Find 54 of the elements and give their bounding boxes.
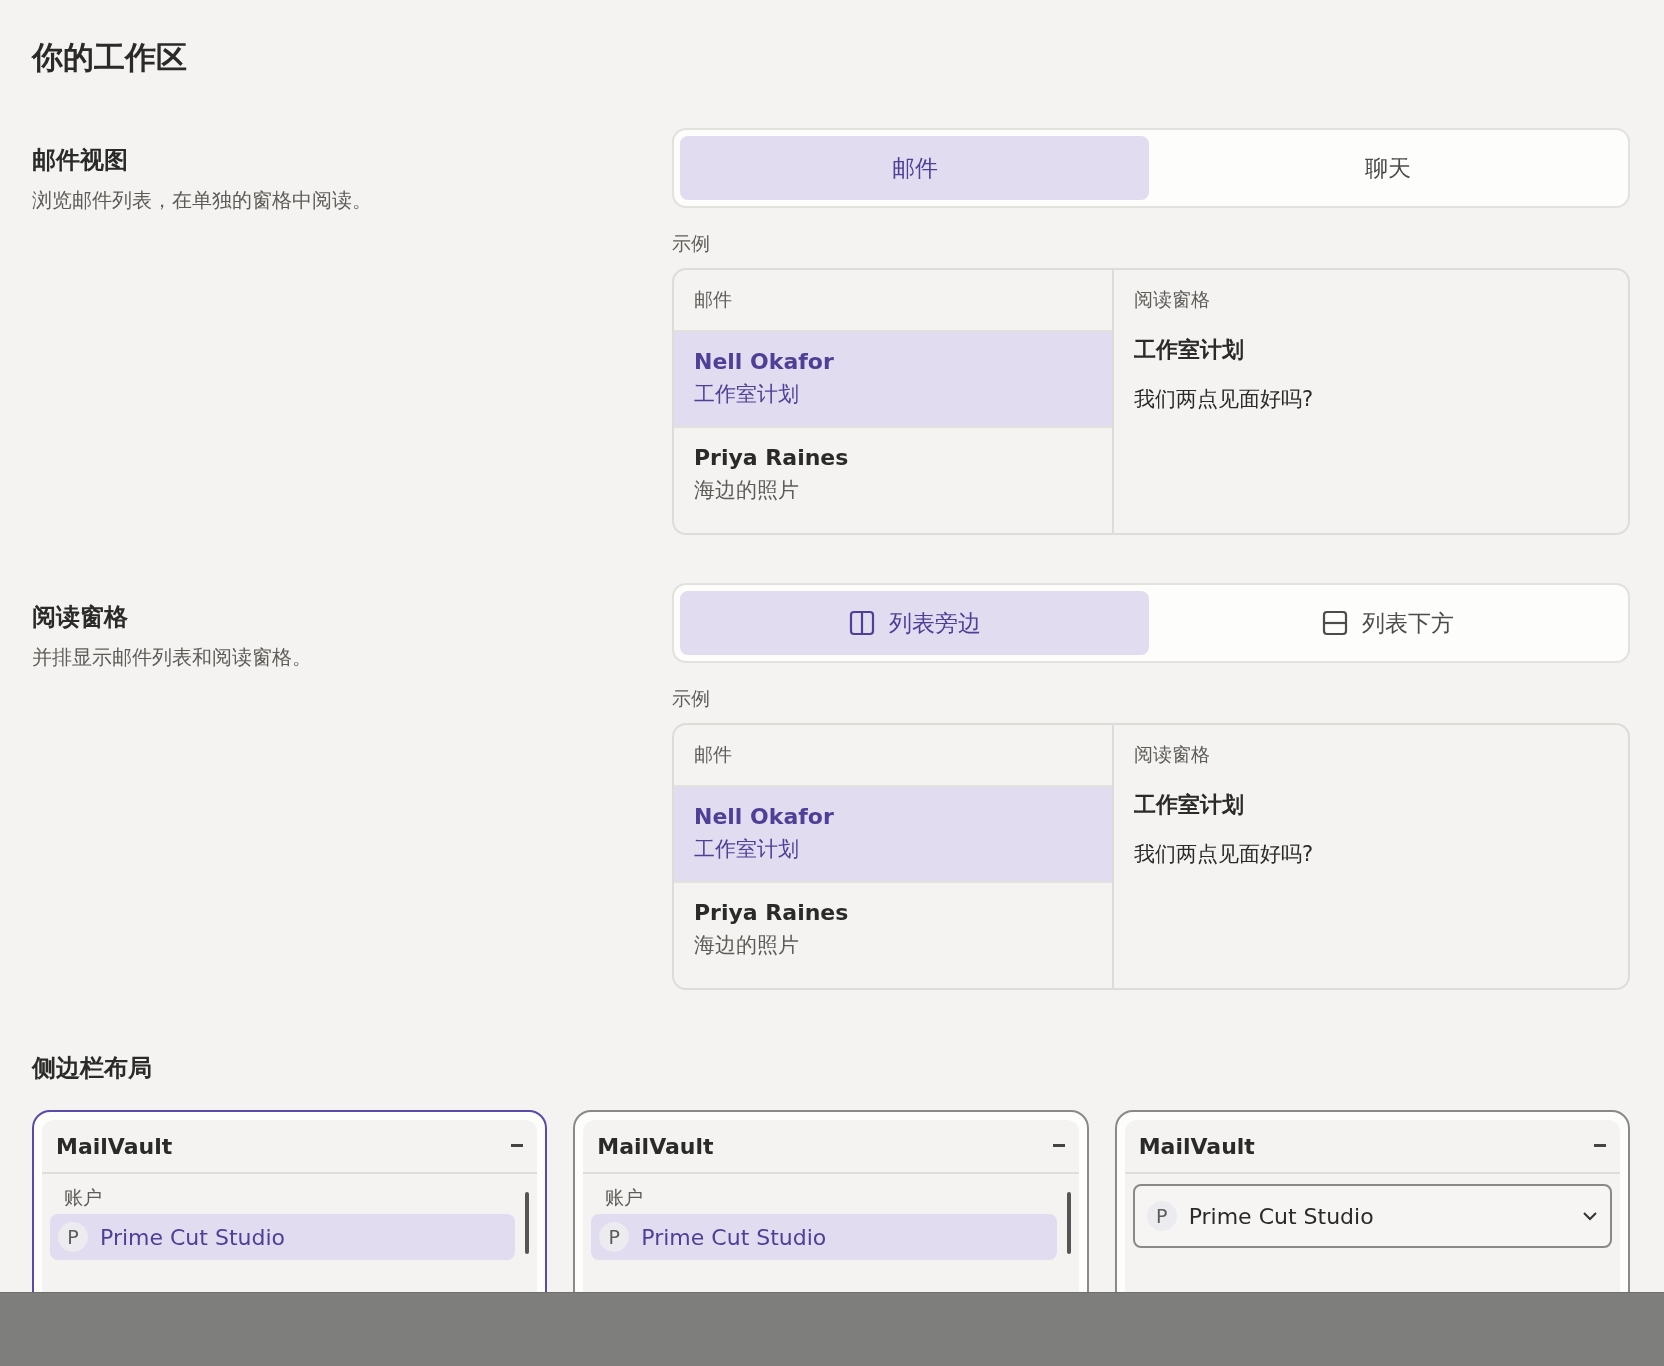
message-row[interactable]: Nell Okafor 工作室计划 bbox=[674, 330, 1112, 426]
message-row[interactable]: Priya Raines 海边的照片 bbox=[674, 881, 1112, 977]
message-sender: Priya Raines bbox=[694, 899, 850, 927]
section-title: 邮件视图 bbox=[32, 145, 129, 176]
section-description: 并排显示邮件列表和阅读窗格。 bbox=[32, 644, 313, 671]
pane-header: 阅读窗格 bbox=[1133, 287, 1211, 312]
list-header: 邮件 bbox=[693, 287, 733, 312]
page-title: 你的工作区 bbox=[32, 38, 188, 77]
message-sender: Nell Okafor bbox=[694, 803, 835, 831]
pane-body: 我们两点见面好吗? bbox=[1133, 841, 1315, 868]
scrollbar-thumb[interactable] bbox=[1066, 1192, 1071, 1254]
scrollbar-thumb[interactable] bbox=[525, 1192, 530, 1254]
pane-body: 我们两点见面好吗? bbox=[1133, 386, 1315, 413]
account-avatar: P bbox=[599, 1222, 630, 1252]
minus-icon[interactable] bbox=[1052, 1144, 1065, 1148]
message-subject: 工作室计划 bbox=[694, 381, 800, 408]
account-item[interactable]: P Prime Cut Studio bbox=[50, 1214, 516, 1260]
rows-icon bbox=[1321, 610, 1348, 636]
message-subject: 海边的照片 bbox=[694, 932, 800, 959]
accounts-label: 账户 bbox=[63, 1185, 103, 1210]
example-label: 示例 bbox=[672, 686, 711, 711]
message-subject: 海边的照片 bbox=[694, 477, 800, 504]
section-description: 浏览邮件列表，在单独的窗格中阅读。 bbox=[32, 187, 373, 214]
list-header: 邮件 bbox=[693, 742, 733, 767]
segment-option[interactable]: 聊天 bbox=[1153, 136, 1622, 200]
app-name: MailVault bbox=[56, 1133, 173, 1159]
minus-icon[interactable] bbox=[511, 1144, 524, 1148]
account-avatar: P bbox=[1146, 1201, 1177, 1231]
account-name: Prime Cut Studio bbox=[100, 1224, 285, 1250]
section-title: 侧边栏布局 bbox=[32, 1053, 153, 1084]
pane-header: 阅读窗格 bbox=[1133, 742, 1211, 767]
segment-option[interactable]: 邮件 bbox=[680, 136, 1149, 200]
app-name: MailVault bbox=[597, 1133, 714, 1159]
pane-subject: 工作室计划 bbox=[1133, 336, 1245, 364]
app-name: MailVault bbox=[1138, 1133, 1255, 1159]
message-sender: Nell Okafor bbox=[694, 348, 835, 376]
pane-subject: 工作室计划 bbox=[1133, 791, 1245, 819]
account-dropdown[interactable]: P Prime Cut Studio bbox=[1132, 1184, 1612, 1248]
accounts-label: 账户 bbox=[604, 1185, 645, 1210]
segment-option[interactable]: 列表旁边 bbox=[680, 591, 1149, 655]
segment-option[interactable]: 列表下方 bbox=[1153, 591, 1622, 655]
message-row[interactable]: Priya Raines 海边的照片 bbox=[674, 426, 1112, 522]
chevron-down-icon bbox=[1582, 1211, 1598, 1221]
minus-icon[interactable] bbox=[1594, 1144, 1606, 1148]
example-label: 示例 bbox=[672, 231, 711, 256]
account-avatar: P bbox=[58, 1222, 88, 1252]
account-name: Prime Cut Studio bbox=[1188, 1203, 1375, 1229]
message-row[interactable]: Nell Okafor 工作室计划 bbox=[674, 785, 1112, 881]
account-item[interactable]: P Prime Cut Studio bbox=[591, 1214, 1057, 1260]
account-name: Prime Cut Studio bbox=[641, 1224, 827, 1250]
columns-icon bbox=[848, 610, 875, 636]
section-title: 阅读窗格 bbox=[32, 602, 129, 633]
message-sender: Priya Raines bbox=[694, 444, 850, 472]
message-subject: 工作室计划 bbox=[694, 836, 800, 863]
